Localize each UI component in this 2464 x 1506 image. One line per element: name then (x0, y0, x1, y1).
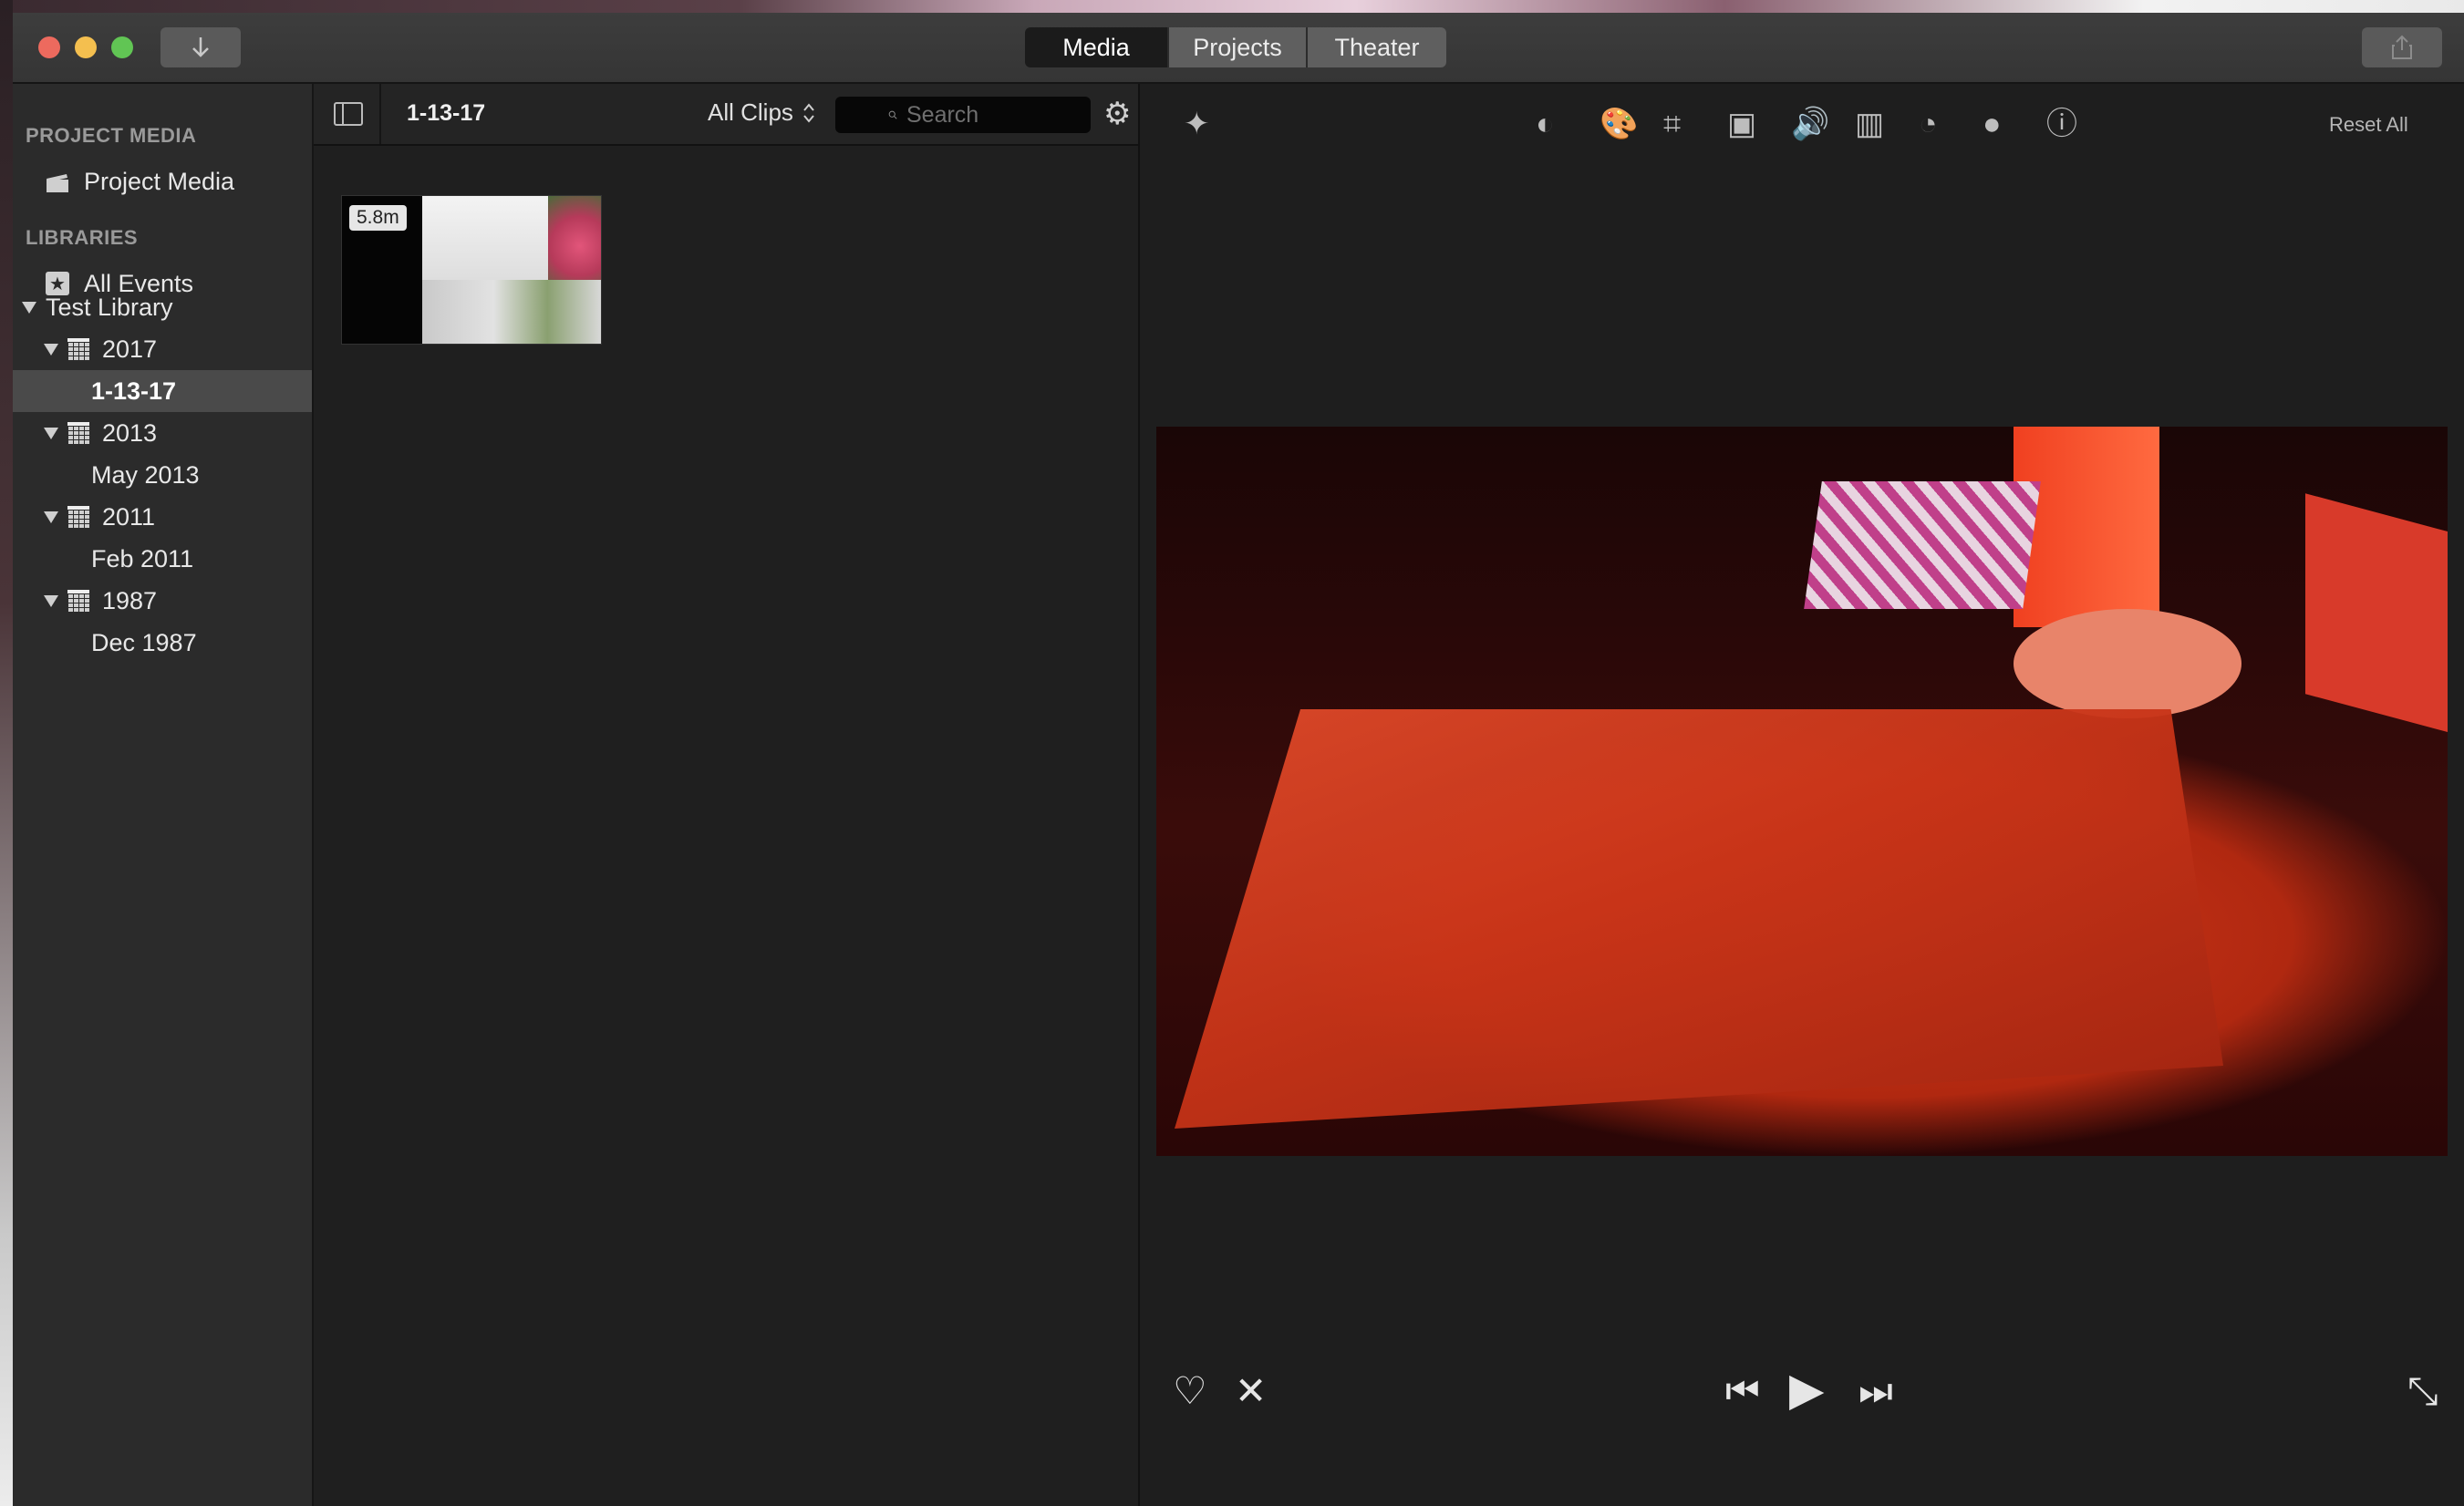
sidebar-item-label: Project Media (84, 167, 235, 195)
media-browser: 1-13-17 All Clips ⚙ 5.8m (314, 84, 1140, 1506)
view-switcher: Media Projects Theater (1025, 27, 1446, 67)
calendar-icon (67, 338, 89, 360)
search-field[interactable] (835, 97, 1091, 133)
share-icon (2392, 35, 2412, 59)
sidebar-item-label: 1987 (102, 586, 158, 614)
tab-projects[interactable]: Projects (1167, 27, 1306, 67)
sidebar-item-label: 2017 (102, 335, 158, 363)
up-down-chevron-icon (803, 102, 814, 123)
clip-frame-screen (422, 196, 548, 280)
tab-media[interactable]: Media (1025, 27, 1167, 67)
sidebar-item-label: 2013 (102, 418, 158, 447)
color-correction-icon[interactable]: 🎨 (1600, 106, 1638, 142)
divider (379, 84, 381, 144)
disclosure-triangle-icon[interactable] (44, 427, 58, 439)
disclosure-triangle-icon[interactable] (44, 343, 58, 356)
sidebar-toggle-icon[interactable] (334, 102, 363, 126)
preview-coaster (2014, 609, 2241, 718)
close-window-button[interactable] (38, 36, 60, 58)
magic-wand-icon[interactable]: ✦ (1184, 106, 1210, 142)
disclosure-triangle-icon[interactable] (44, 594, 58, 607)
sidebar-item-year-1987[interactable]: 1987 (13, 580, 312, 622)
desktop-background (0, 0, 2464, 13)
sidebar-item-event-feb-2011[interactable]: Feb 2011 (13, 538, 312, 580)
speed-icon[interactable]: ◔ (1919, 106, 1938, 142)
disclosure-triangle-icon[interactable] (22, 301, 36, 314)
search-input[interactable] (905, 100, 1091, 129)
playback-controls: ♡ ✕ ⏮ ▶ ⏭ ⤡ (1140, 1342, 2464, 1442)
preview-laptop (1175, 709, 2223, 1129)
clip-filter-select[interactable]: All Clips (708, 98, 815, 127)
sidebar-item-test-library[interactable]: Test Library (13, 286, 312, 328)
sidebar-item-event-1-13-17[interactable]: 1-13-17 (13, 370, 312, 412)
calendar-icon (67, 422, 89, 444)
color-balance-icon[interactable]: ◐ (1536, 106, 1555, 142)
minimize-window-button[interactable] (75, 36, 97, 58)
preview-clock (2305, 493, 2448, 743)
stabilization-icon[interactable]: ▣ (1727, 106, 1756, 142)
heart-icon[interactable]: ♡ (1173, 1369, 1207, 1413)
play-icon[interactable]: ▶ (1789, 1367, 1824, 1412)
clip-filter-label: All Clips (708, 98, 793, 126)
equalizer-icon[interactable]: ▥ (1855, 106, 1884, 142)
clip-frame-desk (422, 280, 601, 344)
info-icon[interactable]: ⓘ (2046, 106, 2077, 142)
sidebar-item-label: Dec 1987 (91, 628, 197, 656)
desktop-background-left (0, 0, 13, 1506)
preview-box (1804, 481, 2041, 609)
titlebar: Media Projects Theater (13, 13, 2464, 84)
sidebar-item-label: Test Library (46, 293, 173, 321)
crop-icon[interactable]: ⌗ (1663, 106, 1681, 142)
libraries-header: LIBRARIES (26, 226, 139, 249)
sidebar-item-label: Feb 2011 (91, 544, 194, 572)
event-title: 1-13-17 (407, 100, 486, 126)
clip-duration-badge: 5.8m (349, 205, 407, 231)
disclosure-triangle-icon[interactable] (44, 511, 58, 523)
sidebar-item-label: 1-13-17 (91, 376, 177, 405)
browser-toolbar: 1-13-17 All Clips ⚙ (314, 84, 1138, 146)
video-preview[interactable] (1156, 427, 2448, 1156)
fullscreen-icon[interactable]: ⤡ (2407, 1369, 2438, 1413)
share-button[interactable] (2362, 27, 2442, 67)
clip-filter-icon[interactable]: ● (1983, 106, 2002, 142)
clapper-icon (46, 171, 69, 192)
sidebar-item-event-may-2013[interactable]: May 2013 (13, 454, 312, 496)
reject-icon[interactable]: ✕ (1235, 1369, 1267, 1413)
sidebar-item-year-2011[interactable]: 2011 (13, 496, 312, 538)
down-arrow-icon (192, 37, 209, 57)
preview-lamp (2014, 427, 2159, 627)
search-icon (888, 110, 897, 119)
sidebar-item-year-2013[interactable]: 2013 (13, 412, 312, 454)
clip-thumbnail[interactable]: 5.8m (341, 195, 602, 345)
reset-all-button[interactable]: Reset All (2329, 113, 2408, 137)
sidebar-item-year-2017[interactable]: 2017 (13, 328, 312, 370)
project-media-header: PROJECT MEDIA (26, 124, 197, 147)
sidebar-item-label: May 2013 (91, 460, 200, 489)
sidebar-item-label: 2011 (102, 502, 156, 531)
gear-icon[interactable]: ⚙ (1103, 98, 1131, 129)
viewer-panel: ✦ ◐ 🎨 ⌗ ▣ 🔊 ▥ ◔ ● ⓘ Reset All ♡ ✕ ⏮ ▶ ⏭ … (1140, 84, 2464, 1506)
volume-icon[interactable]: 🔊 (1791, 106, 1829, 142)
skip-back-icon[interactable]: ⏮ (1725, 1369, 1760, 1413)
tab-theater[interactable]: Theater (1306, 27, 1446, 67)
calendar-icon (67, 506, 89, 528)
skip-forward-icon[interactable]: ⏭ (1858, 1369, 1893, 1413)
maximize-window-button[interactable] (111, 36, 133, 58)
sidebar-item-event-dec-1987[interactable]: Dec 1987 (13, 622, 312, 664)
import-button[interactable] (160, 27, 241, 67)
imovie-window: Media Projects Theater PROJECT MEDIA Pro… (13, 13, 2464, 1506)
sidebar-item-project-media[interactable]: Project Media (13, 160, 312, 202)
libraries-sidebar: PROJECT MEDIA Project Media LIBRARIES ★ … (13, 84, 314, 1506)
calendar-icon (67, 590, 89, 612)
